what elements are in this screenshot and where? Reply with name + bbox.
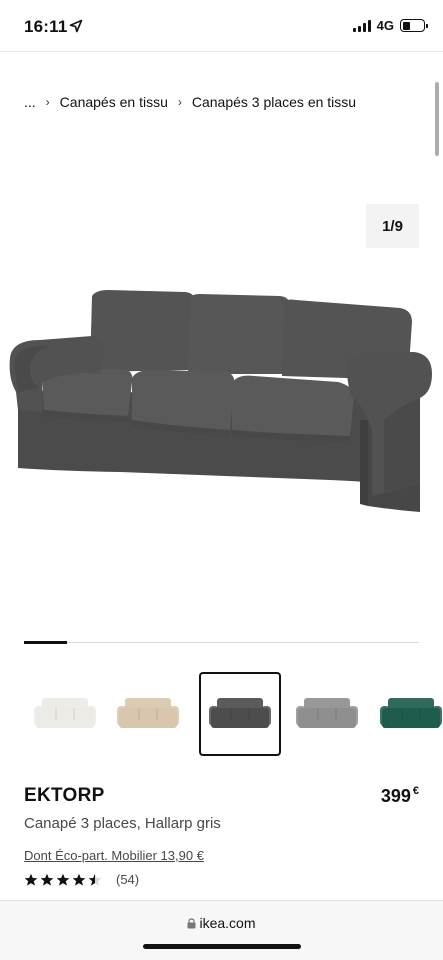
breadcrumb-ellipsis[interactable]: ... [24,94,36,110]
status-bar: 16:11 4G [0,0,443,52]
thumbnail-gray[interactable] [199,672,281,756]
url-display[interactable]: ikea.com [0,915,443,931]
rating-stars [24,873,102,887]
thumbnail-beige[interactable] [107,672,189,756]
lock-icon [187,917,196,928]
star-icon [72,873,86,886]
price-value: 399 [380,786,411,806]
breadcrumb-fabric-sofas[interactable]: Canapés en tissu [60,94,168,110]
chevron-right-icon: › [177,95,182,109]
sofa-thumbnail-icon [296,698,358,728]
product-description: Canapé 3 places, Hallarp gris [24,815,221,832]
product-image[interactable] [0,270,443,540]
gallery-progress [24,641,419,644]
thumbnail-green[interactable] [370,672,443,756]
network-type: 4G [376,18,394,33]
star-icon [24,873,38,886]
gallery-progress-fill [24,641,68,644]
color-thumbnails [0,672,443,758]
price: 399 € [380,785,419,807]
breadcrumb-3-seat-sofas[interactable]: Canapés 3 places en tissu [192,94,356,110]
product-name: EKTORP [24,785,105,806]
url-text: ikea.com [199,915,256,931]
sofa-thumbnail-icon [117,698,179,728]
status-right: 4G [352,18,428,33]
eco-participation-link[interactable]: Dont Éco-part. Mobilier 13,90 € [24,848,204,863]
status-time: 16:11 [24,17,68,36]
chevron-right-icon: › [45,95,50,109]
signal-icon [352,19,371,32]
rating[interactable]: (54) [24,872,139,887]
battery-icon [400,19,428,32]
image-counter: 1/9 [366,204,419,248]
sofa-thumbnail-icon [34,698,96,728]
star-icon [56,873,70,886]
rating-count: (54) [116,872,140,887]
thumbnail-light-gray[interactable] [286,672,368,756]
home-indicator[interactable] [143,944,301,949]
sofa-thumbnail-icon [380,698,442,728]
star-icon [40,873,54,886]
sofa-thumbnail-icon [209,698,271,728]
price-currency: € [412,785,419,797]
scrollbar[interactable] [435,82,439,156]
breadcrumb: ... › Canapés en tissu › Canapés 3 place… [24,94,356,110]
browser-url-bar[interactable]: ikea.com [0,900,443,960]
thumbnail-white[interactable] [24,672,106,756]
star-icon [88,873,102,886]
location-arrow-icon [69,19,83,33]
